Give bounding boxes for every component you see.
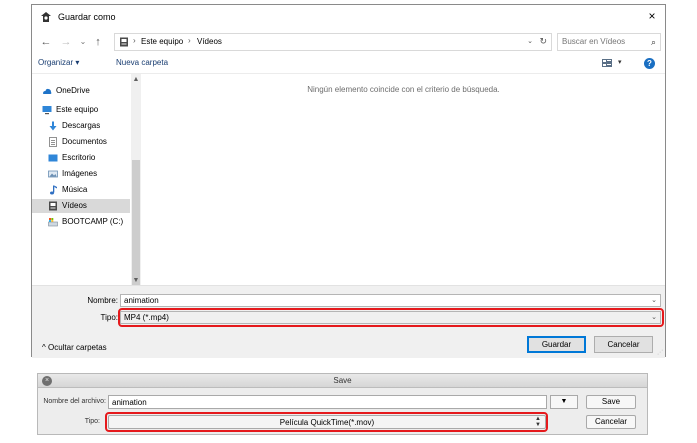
sidebar-item-documentos[interactable]: Documentos [32,135,130,149]
sidebar-item-label: Imágenes [62,169,98,178]
filename-input[interactable] [112,398,532,407]
music-icon [50,185,57,195]
title-bar: Save × [38,374,647,388]
command-bar: Organizar ▾ Nueva carpeta ▾ ? [32,55,665,73]
computer-icon [42,106,52,115]
refresh-icon[interactable]: ↻ [539,36,547,47]
back-arrow-icon[interactable]: ← [40,35,52,49]
chevron-down-icon[interactable]: ⌄ [527,37,533,45]
view-options-icon[interactable] [602,59,612,67]
recent-names-dropdown[interactable]: ▼ [550,395,578,409]
sidebar-item-label: Documentos [62,137,107,146]
sidebar-item-label: Escritorio [62,153,96,162]
search-icon[interactable]: ⌕ [651,37,656,48]
search-input[interactable] [562,37,642,46]
breadcrumb-separator: › [133,36,136,45]
chevron-down-icon[interactable]: ⌄ [651,296,657,304]
breadcrumb-videos[interactable]: Vídeos [197,37,222,46]
dialog-title: Guardar como [58,12,116,22]
sidebar-item-videos[interactable]: Vídeos [32,199,130,213]
download-icon [49,121,57,131]
video-folder-icon [120,37,128,47]
sidebar-item-imagenes[interactable]: Imágenes [32,167,130,181]
hide-folders-toggle[interactable]: ^ Ocultar carpetas [42,343,107,352]
guardar-como-dialog: Guardar como × ← → ⌄ ↑ › Este equipo › V… [31,4,666,358]
sidebar-item-este-equipo[interactable]: Este equipo [32,103,130,117]
dialog-title: Save [333,376,352,385]
highlight-box [105,412,548,432]
sidebar-item-onedrive[interactable]: OneDrive [32,84,130,98]
forward-arrow-icon[interactable]: → [60,35,72,49]
breadcrumb-este-equipo[interactable]: Este equipo [141,37,183,46]
sidebar-item-label: OneDrive [56,86,90,95]
filename-input[interactable]: animation ⌄ [120,294,661,307]
organize-menu-button[interactable]: Organizar ▾ [38,58,79,67]
scroll-down-icon[interactable]: ▼ [131,277,141,284]
address-bar: ← → ⌄ ↑ › Este equipo › Vídeos ⌄ ↻ ⌕ [32,29,665,55]
sidebar-item-label: BOOTCAMP (C:) [62,217,124,226]
up-arrow-icon[interactable]: ↑ [92,35,104,49]
sidebar-item-label: Música [62,185,88,194]
new-folder-button[interactable]: Nueva carpeta [116,58,168,67]
sidebar-item-label: Descargas [62,121,101,130]
sidebar-item-descargas[interactable]: Descargas [32,119,130,133]
desktop-icon [48,154,58,162]
file-list-pane[interactable]: Ningún elemento coincide con el criterio… [142,74,665,286]
save-button[interactable]: Save [586,395,636,409]
sidebar-scrollbar[interactable]: ▲ ▼ [131,74,141,286]
resize-grip-icon[interactable]: ⋰ [657,349,663,356]
sidebar-item-bootcamp[interactable]: BOOTCAMP (C:) [32,215,130,229]
scroll-up-icon[interactable]: ▲ [131,76,141,83]
drive-icon [48,218,58,227]
close-icon[interactable]: × [42,376,52,386]
onedrive-icon [43,88,52,94]
scrollbar-thumb[interactable] [132,160,140,286]
breadcrumb-separator: › [188,36,191,45]
close-icon[interactable]: × [645,9,659,23]
cancelar-button[interactable]: Cancelar [586,415,636,429]
sidebar-item-label: Vídeos [62,201,87,210]
sidebar-item-musica[interactable]: Música [32,183,130,197]
filename-label: Nombre del archivo: [43,398,106,405]
recent-locations-icon[interactable]: ⌄ [77,35,89,49]
filename-value: animation [124,296,159,305]
search-box[interactable]: ⌕ [557,33,661,51]
type-label: Tipo: [84,418,100,425]
view-dropdown-icon[interactable]: ▾ [618,58,622,66]
navigation-pane: OneDrive Este equipo Descargas Documento… [32,74,142,286]
help-icon[interactable]: ? [644,58,655,69]
filename-label: Nombre: [87,296,118,305]
pictures-icon [48,170,58,178]
sidebar-item-escritorio[interactable]: Escritorio [32,151,130,165]
cancelar-button[interactable]: Cancelar [594,336,653,353]
title-bar: Guardar como × [32,5,665,29]
filename-input-box[interactable] [108,395,547,409]
path-breadcrumb-bar[interactable]: › Este equipo › Vídeos ⌄ ↻ [114,33,552,51]
document-icon [49,137,57,147]
app-icon [41,12,51,22]
sidebar-item-label: Este equipo [56,105,99,114]
highlight-box [118,308,664,327]
save-dialog: Save × Nombre del archivo: ▼ Save Tipo: … [37,373,648,435]
empty-results-message: Ningún elemento coincide con el criterio… [307,85,500,94]
video-icon [49,201,57,211]
save-options-area: Nombre: animation ⌄ Tipo: MP4 (*.mp4) ⌄ … [32,285,665,358]
type-label: Tipo: [100,313,119,322]
guardar-button[interactable]: Guardar [527,336,586,353]
